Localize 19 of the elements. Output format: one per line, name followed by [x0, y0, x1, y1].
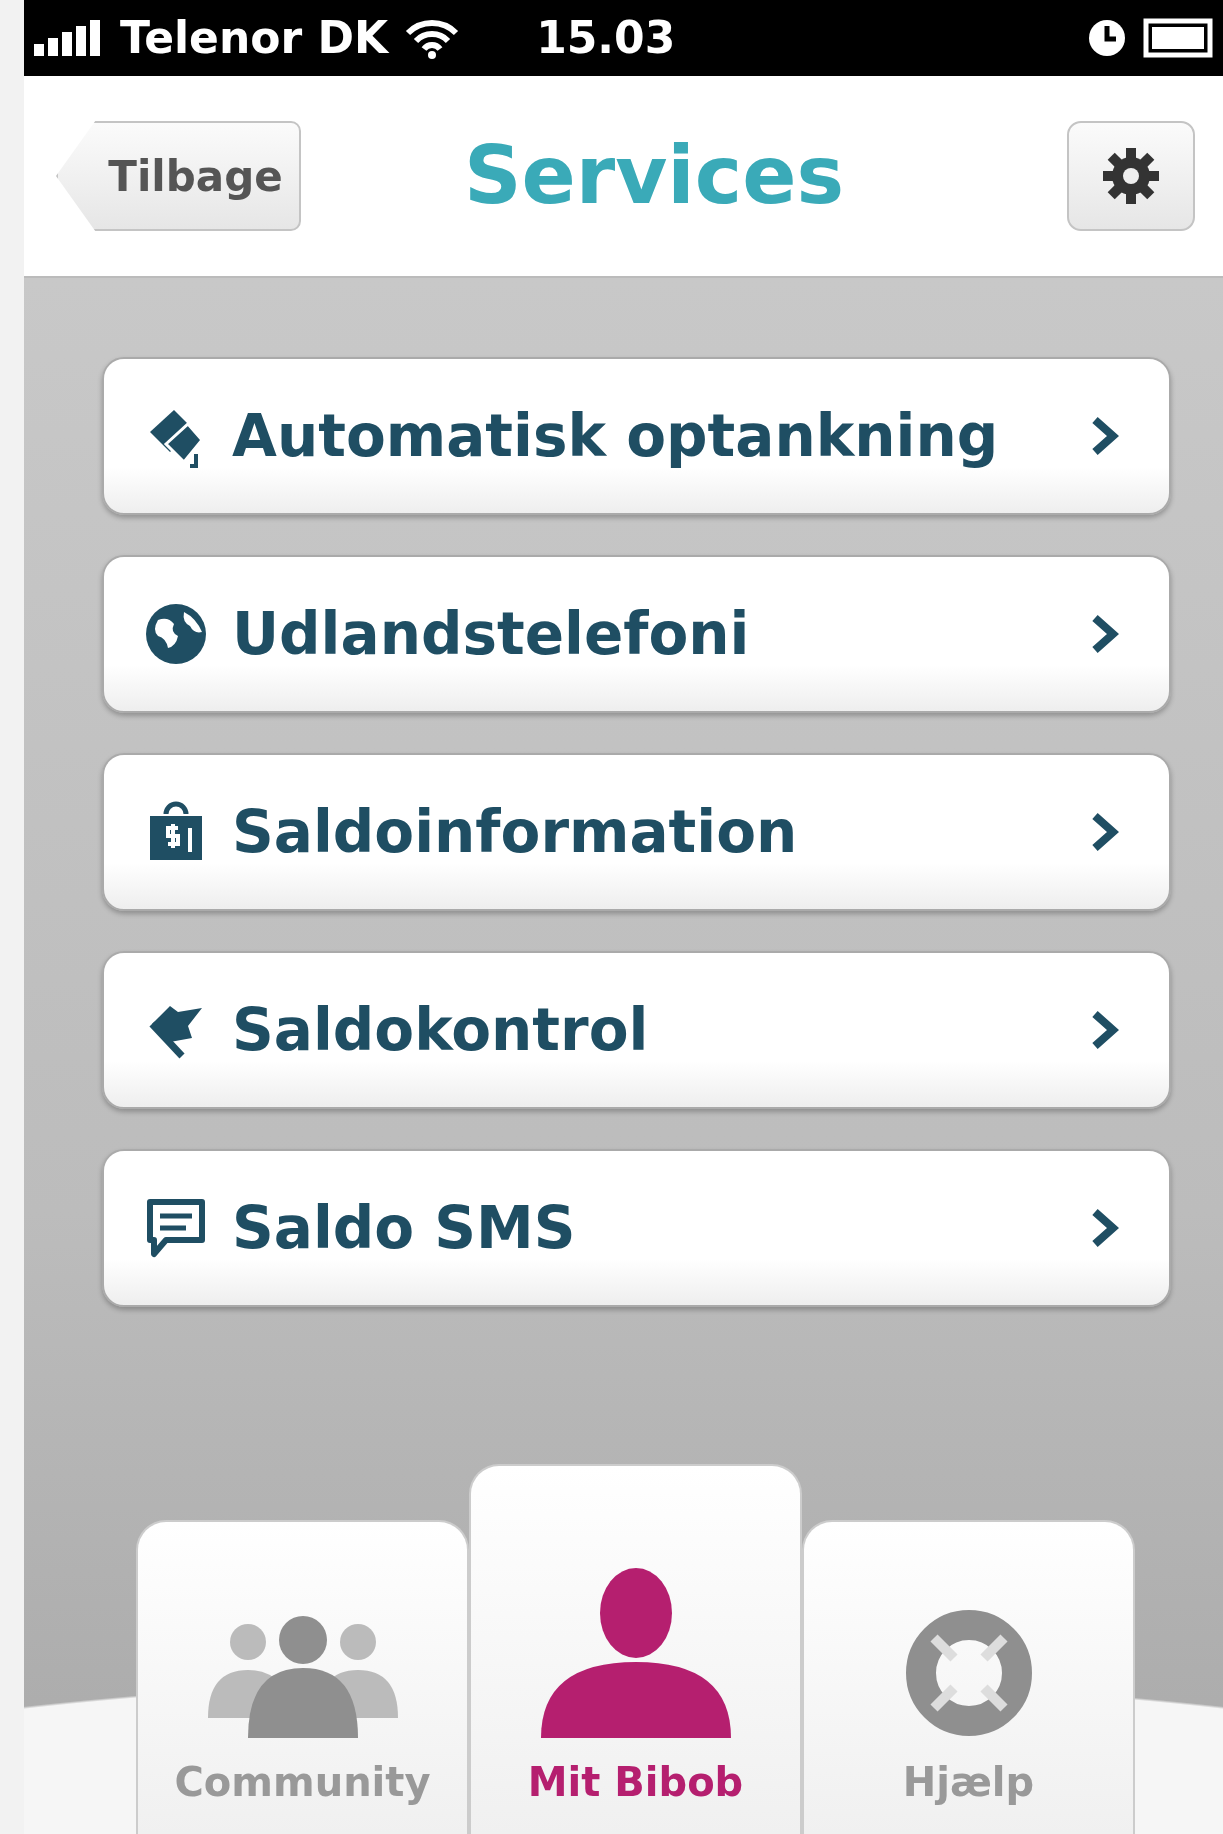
settings-icon: [1101, 146, 1161, 206]
battery-icon: [1143, 18, 1213, 58]
lifebuoy-icon: [903, 1608, 1034, 1738]
tab[interactable]: Mit Bibob: [469, 1464, 802, 1834]
menu-item[interactable]: Automatisk optankning: [102, 357, 1171, 515]
menu-item[interactable]: Saldo SMS: [102, 1149, 1171, 1307]
page-title: Services: [462, 128, 846, 224]
carrier-name: Telenor DK: [120, 11, 389, 65]
menu-item[interactable]: Saldoinformation: [102, 753, 1171, 911]
settings-button[interactable]: [1067, 121, 1195, 231]
globe-icon: [144, 602, 208, 666]
wifi-icon: [404, 17, 461, 59]
menu-item[interactable]: Saldokontrol: [102, 951, 1171, 1109]
chat-bubble-icon: [144, 1196, 208, 1260]
back-button[interactable]: Tilbage: [56, 121, 301, 231]
status-time: 15.03: [536, 11, 676, 65]
menu-item[interactable]: Udlandstelefoni: [102, 555, 1171, 713]
person-icon: [540, 1568, 731, 1738]
clock-icon: [1087, 18, 1127, 58]
